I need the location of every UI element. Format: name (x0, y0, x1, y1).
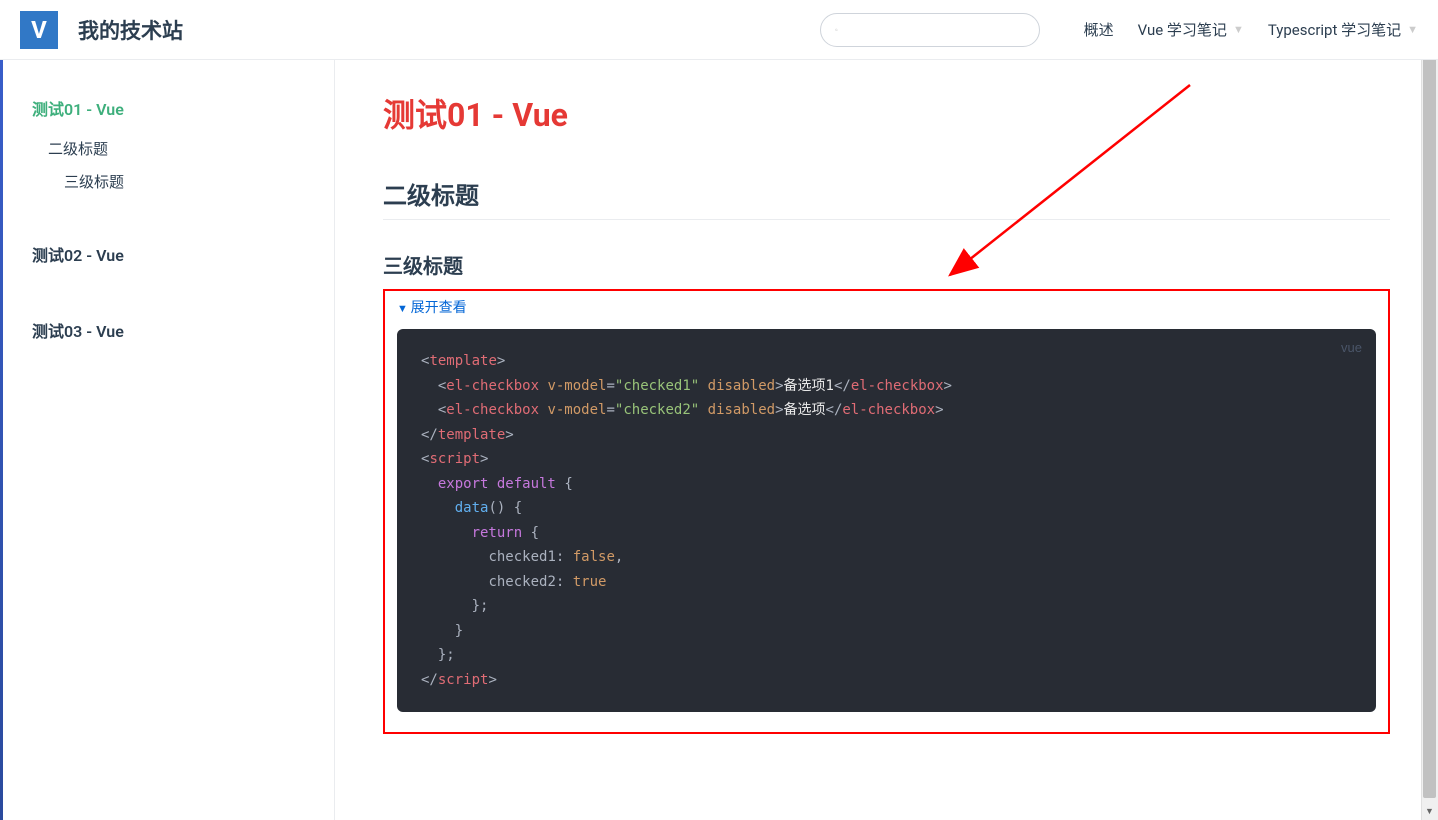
chevron-down-icon: ▼ (1407, 23, 1418, 36)
nav-label: Vue 学习笔记 (1138, 19, 1227, 40)
sidebar-item-label: 测试03 - Vue (32, 322, 124, 341)
scrollbar-down-icon[interactable]: ▼ (1421, 803, 1438, 820)
header: V 我的技术站 概述 Vue 学习笔记 ▼ Typescript 学习笔记 ▼ (0, 0, 1438, 60)
sidebar-sub-label: 二级标题 (48, 140, 108, 158)
scrollbar-thumb[interactable] (1423, 18, 1436, 798)
logo-letter: V (31, 16, 47, 44)
nav-label: 概述 (1084, 19, 1114, 40)
nav-vue-notes[interactable]: Vue 学习笔记 ▼ (1138, 19, 1244, 40)
search-box[interactable] (820, 13, 1040, 47)
sidebar-item-label: 测试02 - Vue (32, 246, 124, 265)
scrollbar-vertical[interactable]: ▲ ▼ (1421, 0, 1438, 820)
section-h3: 三级标题 (383, 250, 1390, 279)
sidebar-item-test02[interactable]: 测试02 - Vue (0, 236, 334, 272)
chevron-down-icon: ▼ (1233, 23, 1244, 36)
site-logo[interactable]: V (20, 11, 58, 49)
sidebar-item-test03[interactable]: 测试03 - Vue (0, 312, 334, 348)
search-icon (835, 23, 838, 37)
nav-label: Typescript 学习笔记 (1268, 19, 1401, 40)
nav-typescript-notes[interactable]: Typescript 学习笔记 ▼ (1268, 19, 1418, 40)
content-area: 测试01 - Vue 二级标题 三级标题 展开查看 vue <template>… (335, 60, 1438, 820)
nav-overview[interactable]: 概述 (1084, 19, 1114, 40)
window-left-edge (0, 0, 3, 820)
sidebar-sub-label: 三级标题 (64, 173, 124, 191)
section-h2: 二级标题 (383, 176, 1390, 220)
code-language-label: vue (1341, 337, 1362, 360)
page-title: 测试01 - Vue (383, 90, 1390, 136)
sidebar-item-test01[interactable]: 测试01 - Vue (0, 90, 334, 126)
code-block: vue <template> <el-checkbox v-model="che… (397, 329, 1376, 712)
code-content: <template> <el-checkbox v-model="checked… (421, 349, 1352, 692)
sidebar: 测试01 - Vue 二级标题 三级标题 测试02 - Vue 测试03 - V… (0, 60, 335, 820)
expand-toggle[interactable]: 展开查看 (397, 293, 467, 329)
sidebar-item-label: 测试01 - Vue (32, 100, 124, 119)
highlighted-code-container: 展开查看 vue <template> <el-checkbox v-model… (383, 289, 1390, 734)
sidebar-sub-h2[interactable]: 二级标题 (0, 134, 334, 163)
sidebar-sub-h3[interactable]: 三级标题 (0, 167, 334, 196)
site-title[interactable]: 我的技术站 (78, 15, 183, 45)
search-input[interactable] (844, 22, 1025, 38)
